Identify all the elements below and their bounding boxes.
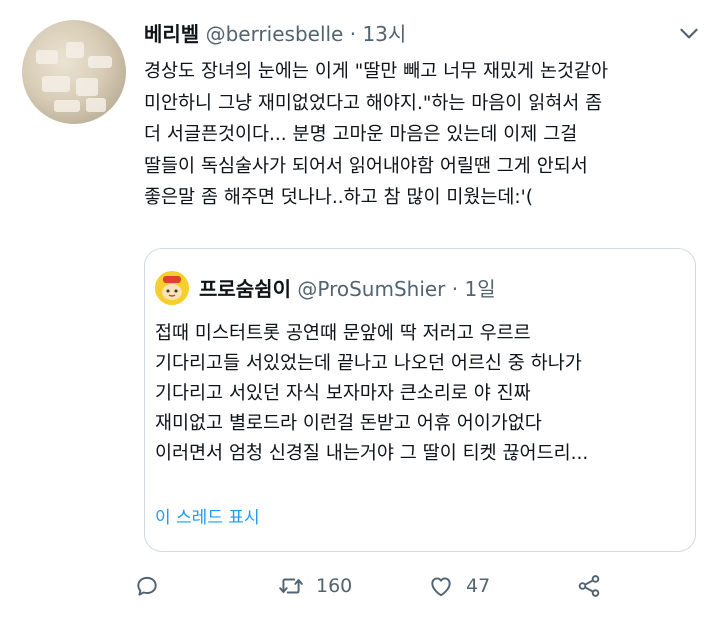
like-count: 47 <box>466 575 491 597</box>
tweet-text-line: 미안하니 그냥 재미없었다고 해야지."하는 마음이 읽혀서 좀 <box>144 92 603 114</box>
quoted-header-separator: · <box>451 277 459 301</box>
quoted-text-line: 접때 미스터트롯 공연때 문앞에 딱 저러고 우르르 <box>155 323 531 344</box>
header-separator: · <box>349 22 357 46</box>
quoted-author-handle[interactable]: @ProSumShier <box>297 277 445 301</box>
retweet-count: 160 <box>316 575 353 597</box>
show-thread-link[interactable]: 이 스레드 표시 <box>155 503 260 528</box>
reply-icon <box>137 576 157 596</box>
author-handle[interactable]: @berriesbelle <box>206 22 344 46</box>
quoted-tweet[interactable]: 프로숨쉼이 @ProSumShier · 1일 접때 미스터트롯 공연때 문앞에… <box>144 248 696 552</box>
share-icon <box>578 575 600 597</box>
retweet-button[interactable]: 160 <box>278 568 352 604</box>
share-button[interactable] <box>576 568 602 604</box>
quoted-author-name[interactable]: 프로숨쉼이 <box>199 277 291 301</box>
tweet-action-bar: 160 47 <box>0 568 720 608</box>
like-button[interactable]: 47 <box>428 568 490 604</box>
tweet-text-line: 더 서글픈것이다... 분명 고마운 마음은 있는데 이제 그걸 <box>144 124 578 145</box>
tweet-header: 베리벨 @berriesbelle · 13시 <box>144 18 406 47</box>
tweet-text-line: 딸들이 독심술사가 되어서 읽어내야함 어릴땐 그게 안되서 <box>144 155 588 177</box>
quoted-text-line: 기다리고들 서있었는데 끝나고 나오던 어르신 중 하나가 <box>155 353 582 374</box>
author-avatar[interactable] <box>22 20 126 124</box>
quoted-tweet-header: 프로숨쉼이 @ProSumShier · 1일 <box>199 273 496 302</box>
author-name[interactable]: 베리벨 <box>144 22 199 46</box>
tweet-text: 경상도 장녀의 눈에는 이게 "딸만 빼고 너무 재밌게 논것같아 미안하니 그… <box>144 56 704 214</box>
retweet-icon <box>279 578 303 594</box>
tweet-text-line: 경상도 장녀의 눈에는 이게 "딸만 빼고 너무 재밌게 논것같아 <box>144 61 609 82</box>
quoted-text-line: 재미없고 별로드라 이런걸 돈받고 어휴 어이가없다 <box>155 413 542 434</box>
tweet-text-line: 좋은말 좀 해주면 덧나나..하고 참 많이 미웠는데:'( <box>144 187 533 208</box>
quoted-tweet-text: 접때 미스터트롯 공연때 문앞에 딱 저러고 우르르 기다리고들 서있었는데 끝… <box>155 319 685 469</box>
reply-button[interactable] <box>134 568 160 604</box>
tweet-timestamp[interactable]: 13시 <box>362 22 406 46</box>
heart-icon <box>431 577 451 597</box>
quoted-text-line: 기다리고 서있던 자식 보자마자 큰소리로 야 진짜 <box>155 383 531 404</box>
quoted-author-avatar <box>155 271 189 305</box>
more-options-icon[interactable] <box>676 20 702 46</box>
quoted-tweet-timestamp[interactable]: 1일 <box>464 277 495 301</box>
quoted-text-line: 이러면서 엄청 신경질 내는거야 그 딸이 티켓 끊어드리... <box>155 443 589 464</box>
